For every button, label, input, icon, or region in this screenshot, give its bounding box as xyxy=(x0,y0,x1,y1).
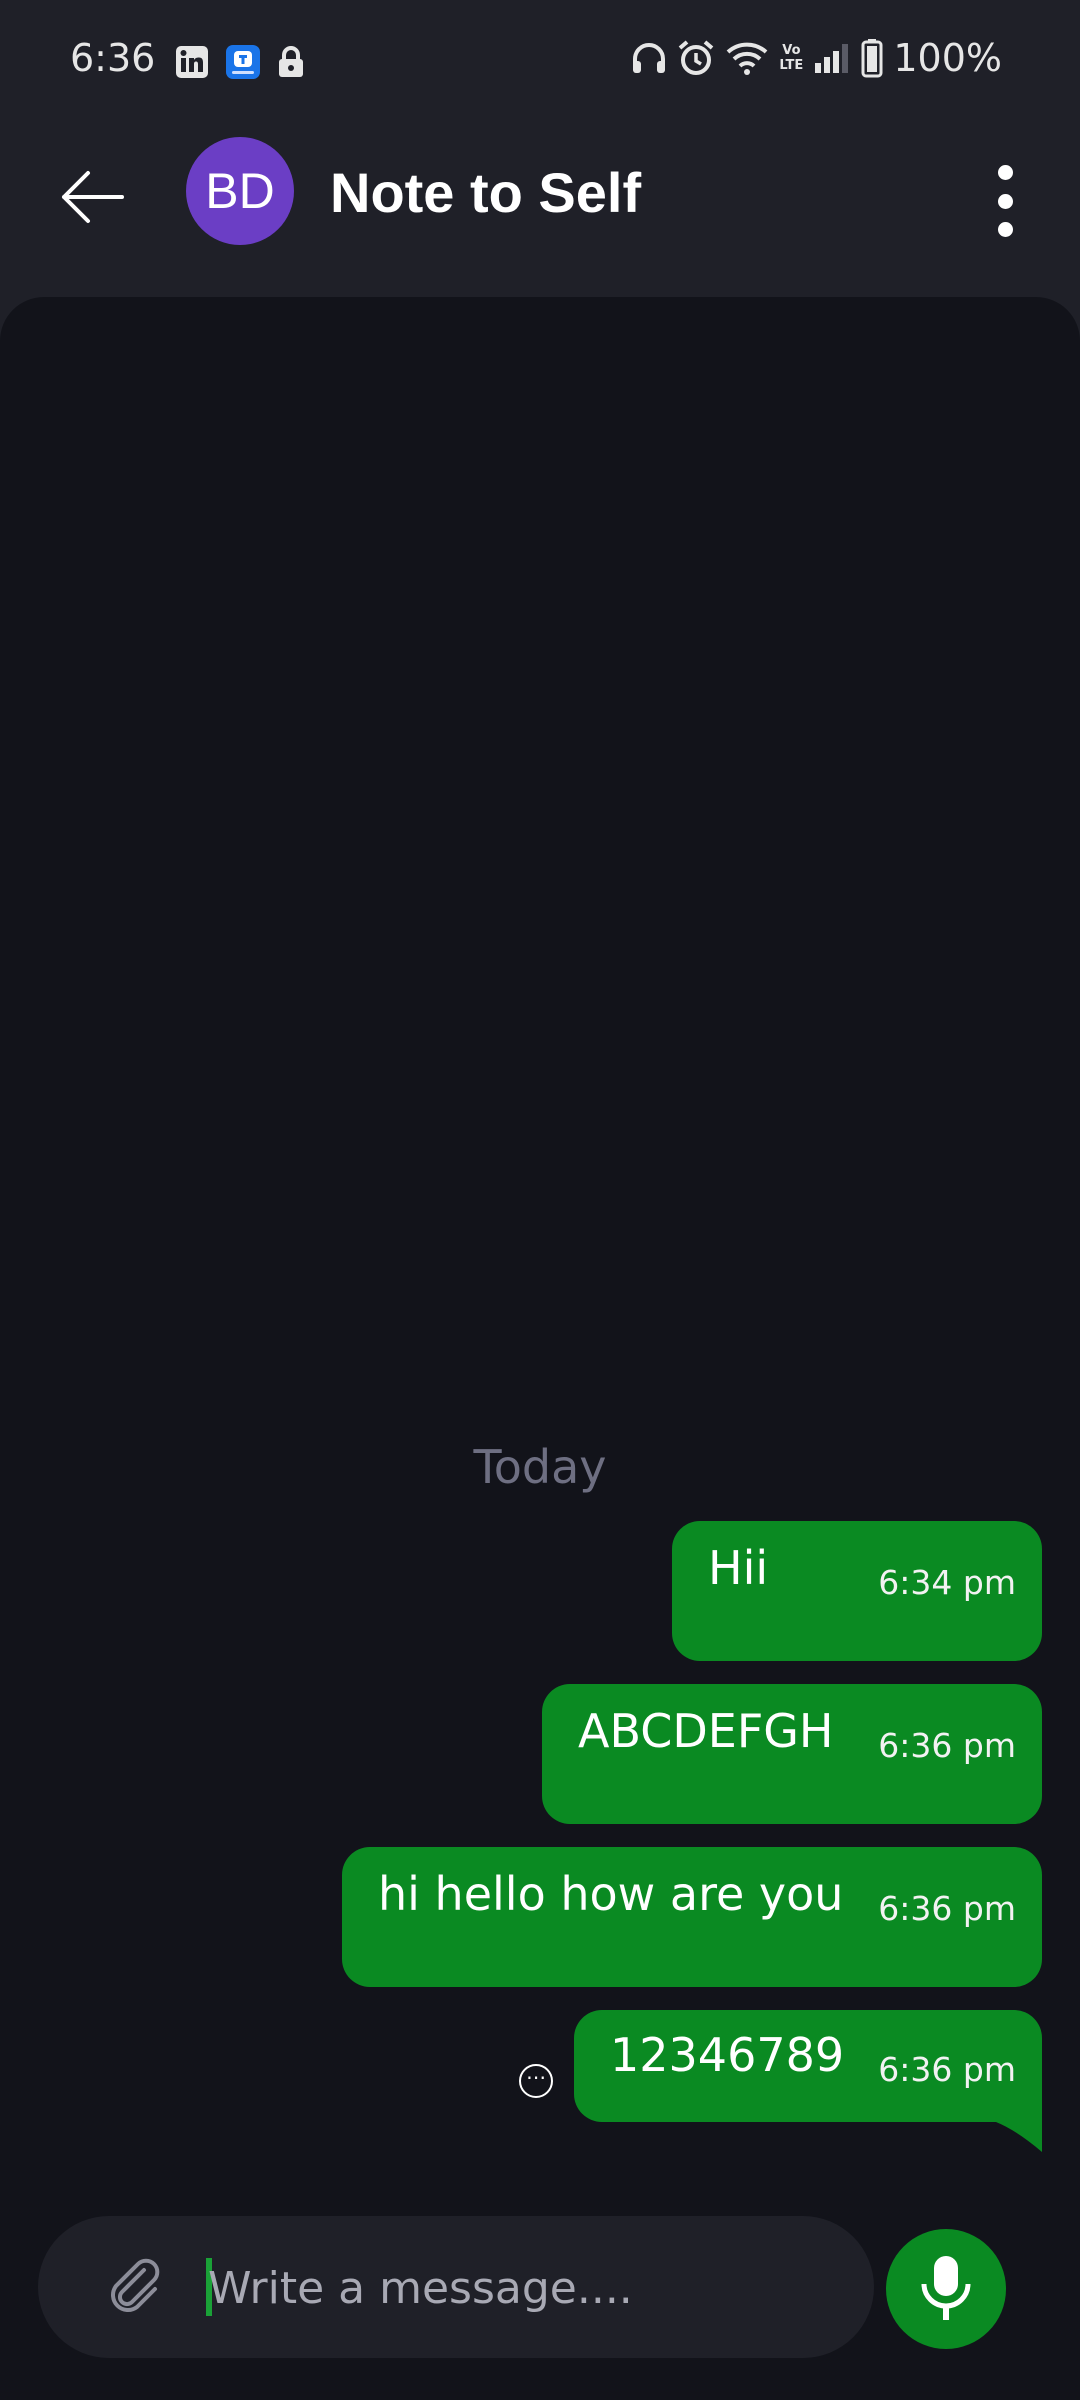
headphones-icon xyxy=(633,43,666,73)
message-text: ABCDEFGH xyxy=(578,1704,834,1758)
lock-icon xyxy=(279,46,303,77)
message-composer xyxy=(38,2216,874,2358)
more-vertical-icon[interactable] xyxy=(990,165,1020,237)
system-status-icons: Vo LTE 100% xyxy=(631,36,1002,80)
message-bubble[interactable]: hi hello how are you 6:36 pm xyxy=(342,1847,1042,1987)
message-bubble[interactable]: Hii 6:34 pm xyxy=(672,1521,1042,1661)
message-text: 12346789 xyxy=(610,2028,845,2082)
conversation-title[interactable]: Note to Self xyxy=(330,160,641,225)
battery-percent: 100% xyxy=(893,36,1002,80)
message-time: 6:36 pm xyxy=(878,1726,1016,1765)
avatar[interactable]: BD xyxy=(186,137,294,245)
message-input[interactable] xyxy=(206,2238,830,2338)
status-bar: 6:36 Vo LTE 100% xyxy=(0,0,1080,120)
more-horizontal-circle-icon[interactable]: ⋯ xyxy=(519,2064,553,2098)
message-bubble[interactable]: ABCDEFGH 6:36 pm xyxy=(542,1684,1042,1824)
message-bubble[interactable]: 12346789 6:36 pm xyxy=(574,2010,1042,2122)
chat-header: BD Note to Self xyxy=(0,120,1080,295)
notification-icons xyxy=(175,44,305,80)
signal-icon xyxy=(815,44,849,73)
status-time: 6:36 xyxy=(70,36,156,80)
message-text: Hii xyxy=(708,1541,769,1595)
paperclip-icon[interactable] xyxy=(106,2256,166,2316)
message-time: 6:36 pm xyxy=(878,2050,1016,2089)
app-notification-icon xyxy=(226,45,260,79)
volte-label: Vo LTE xyxy=(779,43,804,73)
microphone-icon xyxy=(921,2256,971,2320)
message-text: hi hello how are you xyxy=(378,1867,844,1921)
microphone-button[interactable] xyxy=(886,2229,1006,2349)
message-time: 6:34 pm xyxy=(878,1563,1016,1602)
alarm-icon xyxy=(679,40,714,75)
message-time: 6:36 pm xyxy=(878,1889,1016,1928)
wifi-icon xyxy=(727,42,768,75)
back-arrow-icon[interactable] xyxy=(58,162,128,232)
day-separator: Today xyxy=(473,1440,607,1494)
bubble-tail xyxy=(996,2122,1042,2152)
linkedin-icon xyxy=(176,46,208,78)
battery-icon xyxy=(861,39,883,78)
